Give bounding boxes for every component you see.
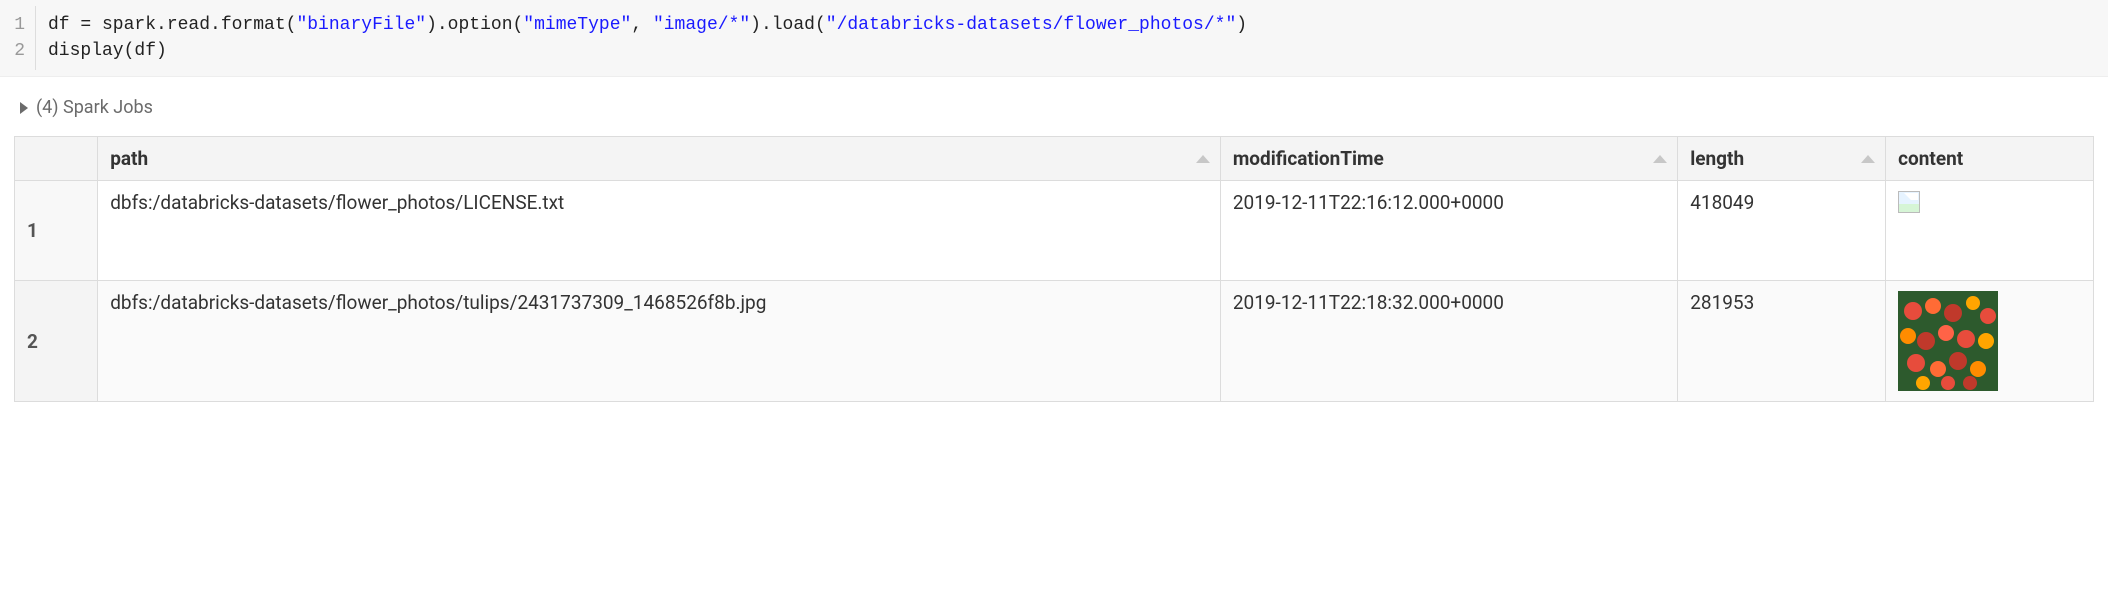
column-header-modification-time[interactable]: modificationTime bbox=[1220, 137, 1677, 181]
cell-length: 418049 bbox=[1678, 181, 1886, 281]
image-thumbnail bbox=[1898, 291, 1998, 391]
sort-asc-icon bbox=[1653, 155, 1667, 163]
column-header-content[interactable]: content bbox=[1886, 137, 2094, 181]
table-row[interactable]: 1 dbfs:/databricks-datasets/flower_photo… bbox=[15, 181, 2094, 281]
sort-asc-icon bbox=[1861, 155, 1875, 163]
index-header bbox=[15, 137, 98, 181]
cell-content bbox=[1886, 281, 2094, 402]
row-index: 2 bbox=[15, 281, 98, 402]
cell-path: dbfs:/databricks-datasets/flower_photos/… bbox=[98, 281, 1221, 402]
spark-jobs-label: (4) Spark Jobs bbox=[36, 97, 153, 118]
line-gutter: 1 2 bbox=[0, 6, 36, 70]
results-table-wrap: path modificationTime length content 1 bbox=[0, 136, 2108, 410]
code-line-2: display(df) bbox=[48, 41, 167, 61]
cell-content bbox=[1886, 181, 2094, 281]
sort-asc-icon bbox=[1196, 155, 1210, 163]
code-cell[interactable]: 1 2 df = spark.read.format("binaryFile")… bbox=[0, 0, 2108, 77]
line-number: 1 bbox=[14, 12, 25, 38]
line-number: 2 bbox=[14, 38, 25, 64]
cell-path: dbfs:/databricks-datasets/flower_photos/… bbox=[98, 181, 1221, 281]
cell-length: 281953 bbox=[1678, 281, 1886, 402]
expand-triangle-icon bbox=[20, 102, 28, 114]
cell-modification-time: 2019-12-11T22:18:32.000+0000 bbox=[1220, 281, 1677, 402]
code-line-1: df = spark.read.format("binaryFile").opt… bbox=[48, 15, 1247, 35]
column-header-path[interactable]: path bbox=[98, 137, 1221, 181]
column-header-length[interactable]: length bbox=[1678, 137, 1886, 181]
cell-modification-time: 2019-12-11T22:16:12.000+0000 bbox=[1220, 181, 1677, 281]
row-index: 1 bbox=[15, 181, 98, 281]
table-row[interactable]: 2 dbfs:/databricks-datasets/flower_photo… bbox=[15, 281, 2094, 402]
table-header-row: path modificationTime length content bbox=[15, 137, 2094, 181]
broken-image-icon bbox=[1898, 191, 1920, 213]
spark-jobs-toggle[interactable]: (4) Spark Jobs bbox=[0, 77, 2108, 136]
results-table: path modificationTime length content 1 bbox=[14, 136, 2094, 402]
code-editor[interactable]: df = spark.read.format("binaryFile").opt… bbox=[36, 6, 1259, 70]
